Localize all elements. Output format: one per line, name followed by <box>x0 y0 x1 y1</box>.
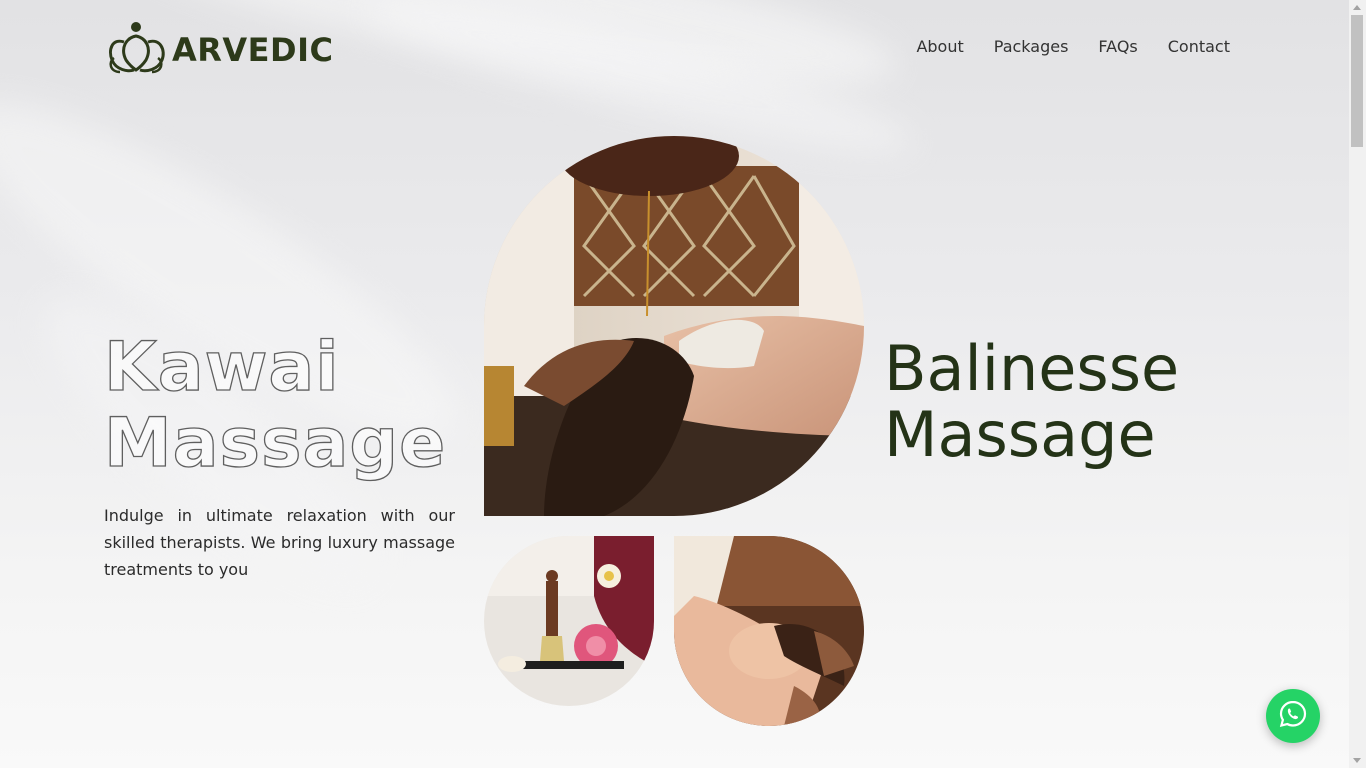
face-massage-photo <box>674 536 864 726</box>
solid-hero-title: Balinesse Massage <box>884 336 1179 468</box>
page: ARVEDIC About Packages FAQs Contact Kawa… <box>0 0 1349 768</box>
lotus-person-icon <box>106 20 168 80</box>
nav-packages[interactable]: Packages <box>994 37 1069 56</box>
outline-title-line: Kawai <box>103 328 340 407</box>
scrollbar-thumb[interactable] <box>1351 15 1363 147</box>
outline-title-line: Massage <box>103 404 447 483</box>
brand-name: ARVEDIC <box>172 31 334 69</box>
brand-logo[interactable]: ARVEDIC <box>106 20 333 80</box>
whatsapp-button[interactable] <box>1266 689 1320 743</box>
solid-title-line: Massage <box>884 398 1156 471</box>
scroll-down-icon[interactable] <box>1353 758 1361 763</box>
whatsapp-icon <box>1278 699 1308 733</box>
hero-description: Indulge in ultimate relaxation with our … <box>104 506 455 579</box>
nav-faqs[interactable]: FAQs <box>1098 37 1137 56</box>
oil-pouring-head-massage-photo <box>484 136 864 516</box>
outline-hero-title: Kawai Massage <box>103 328 447 483</box>
scrollbar[interactable] <box>1349 0 1366 768</box>
nav-about[interactable]: About <box>916 37 963 56</box>
main-nav: About Packages FAQs Contact <box>916 37 1230 56</box>
scroll-up-icon[interactable] <box>1353 5 1361 10</box>
solid-title-line: Balinesse <box>884 332 1180 405</box>
nav-contact[interactable]: Contact <box>1168 37 1230 56</box>
spa-brush-and-flower-photo <box>484 536 654 706</box>
